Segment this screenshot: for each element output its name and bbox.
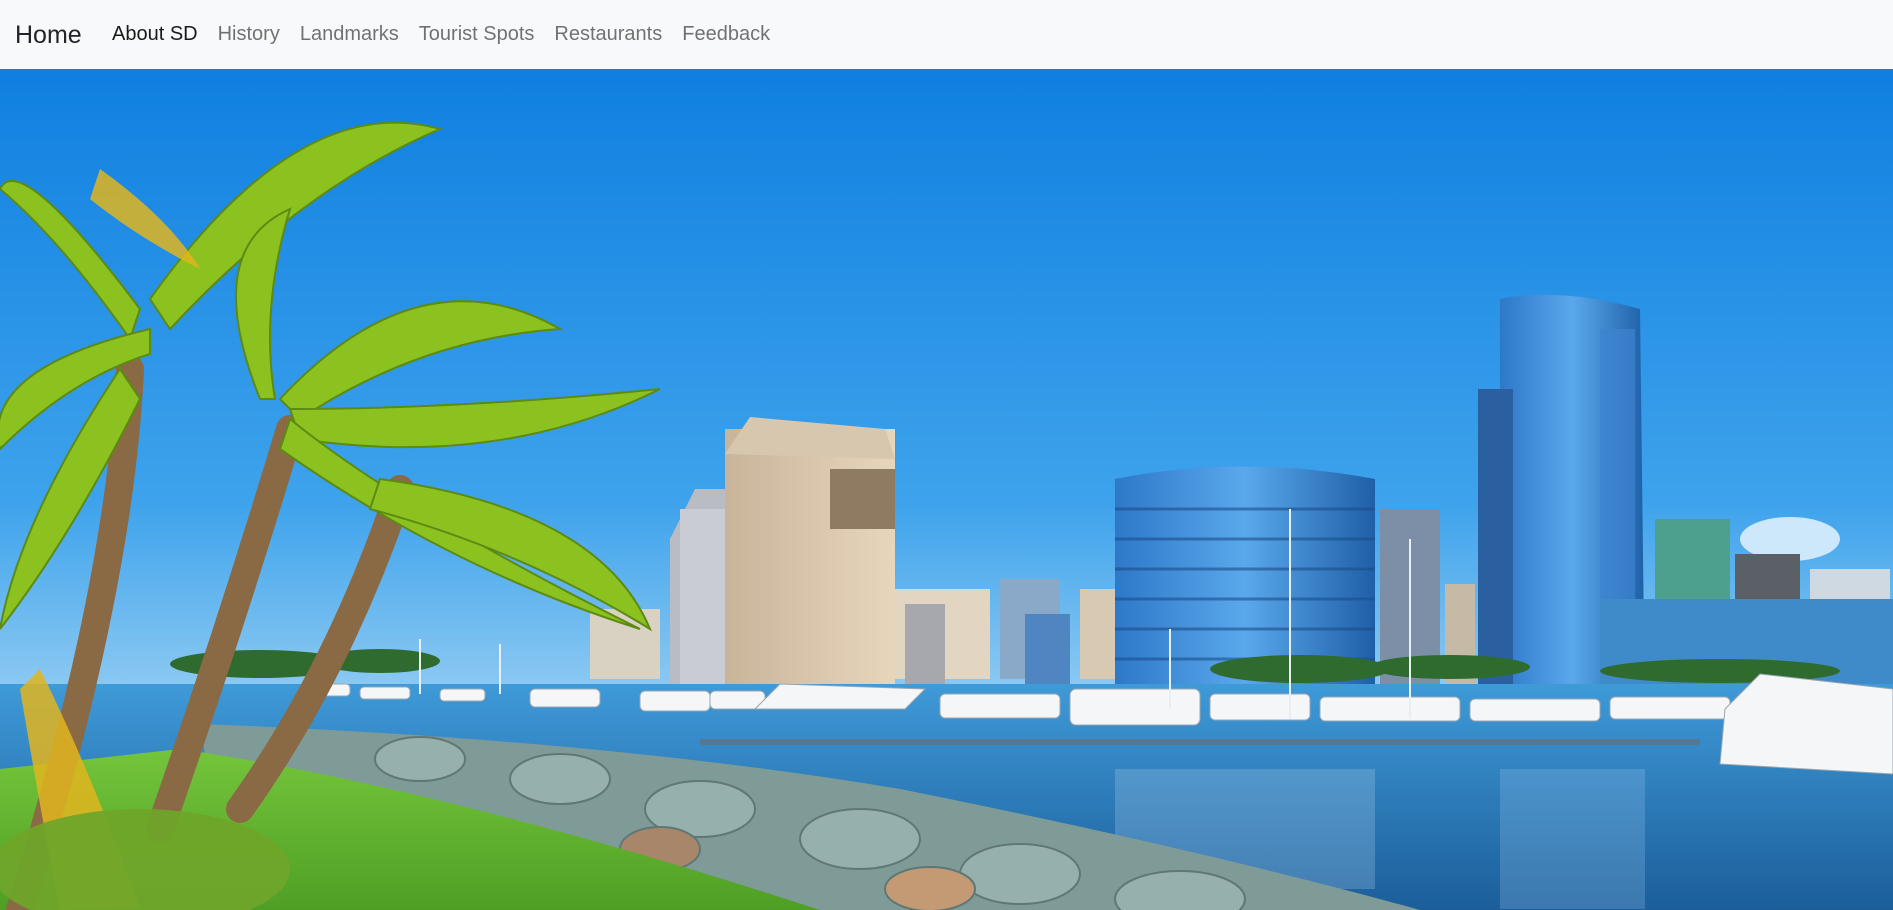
nav-link-about-sd[interactable]: About SD: [112, 22, 198, 46]
san-diego-skyline-illustration: [0, 69, 1893, 910]
top-navbar: Home About SD History Landmarks Tourist …: [0, 0, 1893, 69]
nav-link-feedback[interactable]: Feedback: [682, 22, 770, 46]
tower-beige: [725, 417, 895, 699]
nav-link-tourist-spots[interactable]: Tourist Spots: [419, 22, 535, 46]
home-brand-link[interactable]: Home: [15, 20, 82, 50]
nav-links: About SD History Landmarks Tourist Spots…: [112, 22, 790, 46]
nav-link-history[interactable]: History: [218, 22, 280, 46]
dock: [700, 739, 1700, 745]
nav-link-restaurants[interactable]: Restaurants: [554, 22, 662, 46]
nav-link-landmarks[interactable]: Landmarks: [300, 22, 399, 46]
hero-image: [0, 69, 1893, 910]
